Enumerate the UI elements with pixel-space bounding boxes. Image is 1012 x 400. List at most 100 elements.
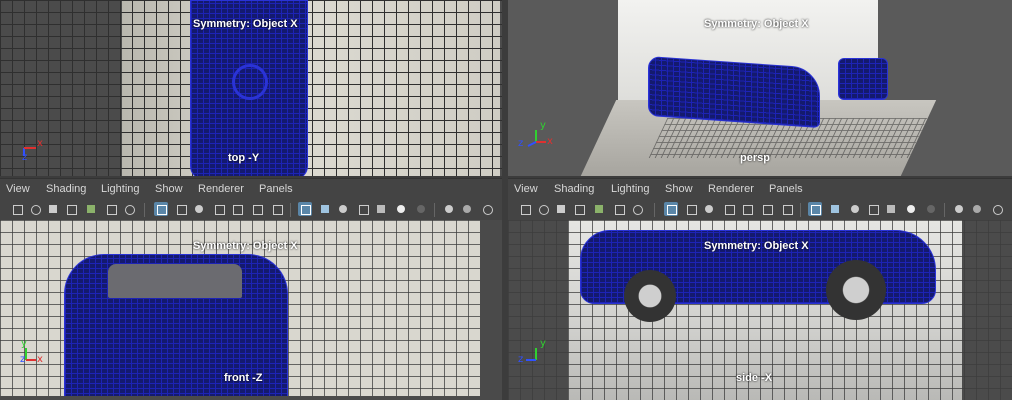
- lights-icon[interactable]: [904, 202, 918, 216]
- ssao-icon[interactable]: [952, 202, 966, 216]
- toolbar-separator: [944, 203, 945, 217]
- front-wheel: [624, 270, 676, 322]
- car-hood: [838, 58, 888, 100]
- axis-gizmo: y x z: [18, 338, 58, 372]
- symmetry-label: Symmetry: Object X: [704, 240, 809, 252]
- 2d-pan-icon[interactable]: [612, 202, 626, 216]
- ssao-icon[interactable]: [442, 202, 456, 216]
- wireframe-on-shaded-icon[interactable]: [866, 202, 880, 216]
- 2d-zoom-icon[interactable]: [122, 202, 136, 216]
- menu-shading[interactable]: Shading: [554, 183, 594, 195]
- wireframe-icon[interactable]: [808, 202, 822, 216]
- toolbar-separator: [144, 203, 145, 217]
- menu-renderer[interactable]: Renderer: [708, 183, 754, 195]
- viewport-front[interactable]: View Shading Lighting Show Renderer Pane…: [0, 178, 502, 400]
- axis-gizmo: y x z: [516, 120, 556, 152]
- menu-view[interactable]: View: [514, 183, 538, 195]
- grease-pencil-icon[interactable]: [84, 202, 98, 216]
- gate-mask-icon[interactable]: [722, 202, 736, 216]
- menu-panels[interactable]: Panels: [259, 183, 293, 195]
- image-plane-icon[interactable]: [64, 202, 78, 216]
- isolate-select-icon[interactable]: [480, 202, 494, 216]
- axis-z-label: z: [518, 138, 524, 149]
- axis-y-label: y: [540, 338, 546, 349]
- menu-show[interactable]: Show: [665, 183, 693, 195]
- symmetry-label: Symmetry: Object X: [704, 18, 809, 30]
- film-gate-icon[interactable]: [174, 202, 188, 216]
- wheel-ring: [232, 64, 268, 100]
- safe-title-icon[interactable]: [780, 202, 794, 216]
- menu-view[interactable]: View: [6, 183, 30, 195]
- isolate-select-icon[interactable]: [990, 202, 1004, 216]
- menu-lighting[interactable]: Lighting: [101, 183, 140, 195]
- camera-label: side -X: [736, 372, 773, 384]
- wireframe-icon[interactable]: [298, 202, 312, 216]
- field-chart-icon[interactable]: [740, 202, 754, 216]
- rear-wheel: [826, 260, 886, 320]
- bookmark-icon[interactable]: [46, 202, 60, 216]
- smooth-shade-icon[interactable]: [318, 202, 332, 216]
- toolbar-separator: [654, 203, 655, 217]
- toolbar-separator: [434, 203, 435, 217]
- axis-z-label: z: [20, 354, 26, 365]
- select-camera-icon[interactable]: [10, 202, 24, 216]
- bookmark-icon[interactable]: [554, 202, 568, 216]
- lights-icon[interactable]: [394, 202, 408, 216]
- wireframe-on-shaded-icon[interactable]: [356, 202, 370, 216]
- viewport-persp[interactable]: Symmetry: Object X persp y x z: [508, 0, 1012, 178]
- resolution-gate-icon[interactable]: [702, 202, 716, 216]
- axis-x-label: x: [547, 136, 553, 147]
- shadows-icon[interactable]: [414, 202, 428, 216]
- panel-toolbar: [508, 200, 1012, 220]
- grid-toggle-icon[interactable]: [664, 202, 678, 216]
- camera-attrs-icon[interactable]: [28, 202, 42, 216]
- car-wireframe: [648, 55, 820, 129]
- menu-renderer[interactable]: Renderer: [198, 183, 244, 195]
- grease-pencil-icon[interactable]: [592, 202, 606, 216]
- camera-attrs-icon[interactable]: [536, 202, 550, 216]
- default-material-icon[interactable]: [848, 202, 862, 216]
- safe-action-icon[interactable]: [760, 202, 774, 216]
- pane-splitter-horizontal[interactable]: [0, 176, 1012, 178]
- textured-icon[interactable]: [374, 202, 388, 216]
- 2d-pan-icon[interactable]: [104, 202, 118, 216]
- axis-y-label: y: [21, 338, 27, 349]
- safe-action-icon[interactable]: [250, 202, 264, 216]
- textured-icon[interactable]: [884, 202, 898, 216]
- menu-lighting[interactable]: Lighting: [611, 183, 650, 195]
- gate-mask-icon[interactable]: [212, 202, 226, 216]
- symmetry-label: Symmetry: Object X: [193, 18, 298, 30]
- axis-gizmo: x z: [18, 136, 58, 166]
- image-plane-icon[interactable]: [572, 202, 586, 216]
- select-camera-icon[interactable]: [518, 202, 532, 216]
- car-windshield: [108, 264, 242, 298]
- film-gate-icon[interactable]: [684, 202, 698, 216]
- pane-splitter-vertical[interactable]: [502, 0, 508, 400]
- resolution-gate-icon[interactable]: [192, 202, 206, 216]
- axis-x-label: x: [37, 138, 43, 149]
- motion-blur-icon[interactable]: [460, 202, 474, 216]
- scrollbar[interactable]: [480, 220, 502, 400]
- camera-label: persp: [740, 152, 770, 164]
- grid-toggle-icon[interactable]: [154, 202, 168, 216]
- axis-x-label: x: [37, 354, 43, 365]
- panel-toolbar: [0, 200, 502, 220]
- toolbar-separator: [290, 203, 291, 217]
- menu-panels[interactable]: Panels: [769, 183, 803, 195]
- motion-blur-icon[interactable]: [970, 202, 984, 216]
- field-chart-icon[interactable]: [230, 202, 244, 216]
- safe-title-icon[interactable]: [270, 202, 284, 216]
- camera-label: front -Z: [224, 372, 263, 384]
- shadows-icon[interactable]: [924, 202, 938, 216]
- viewport-top[interactable]: Symmetry: Object X top -Y x z: [0, 0, 502, 178]
- axis-y-label: y: [540, 120, 546, 131]
- default-material-icon[interactable]: [336, 202, 350, 216]
- menu-show[interactable]: Show: [155, 183, 183, 195]
- axis-z-label: z: [22, 152, 28, 163]
- axis-gizmo: y z: [516, 338, 556, 372]
- viewport-side[interactable]: View Shading Lighting Show Renderer Pane…: [508, 178, 1012, 400]
- axis-z-label: z: [518, 354, 524, 365]
- 2d-zoom-icon[interactable]: [630, 202, 644, 216]
- menu-shading[interactable]: Shading: [46, 183, 86, 195]
- smooth-shade-icon[interactable]: [828, 202, 842, 216]
